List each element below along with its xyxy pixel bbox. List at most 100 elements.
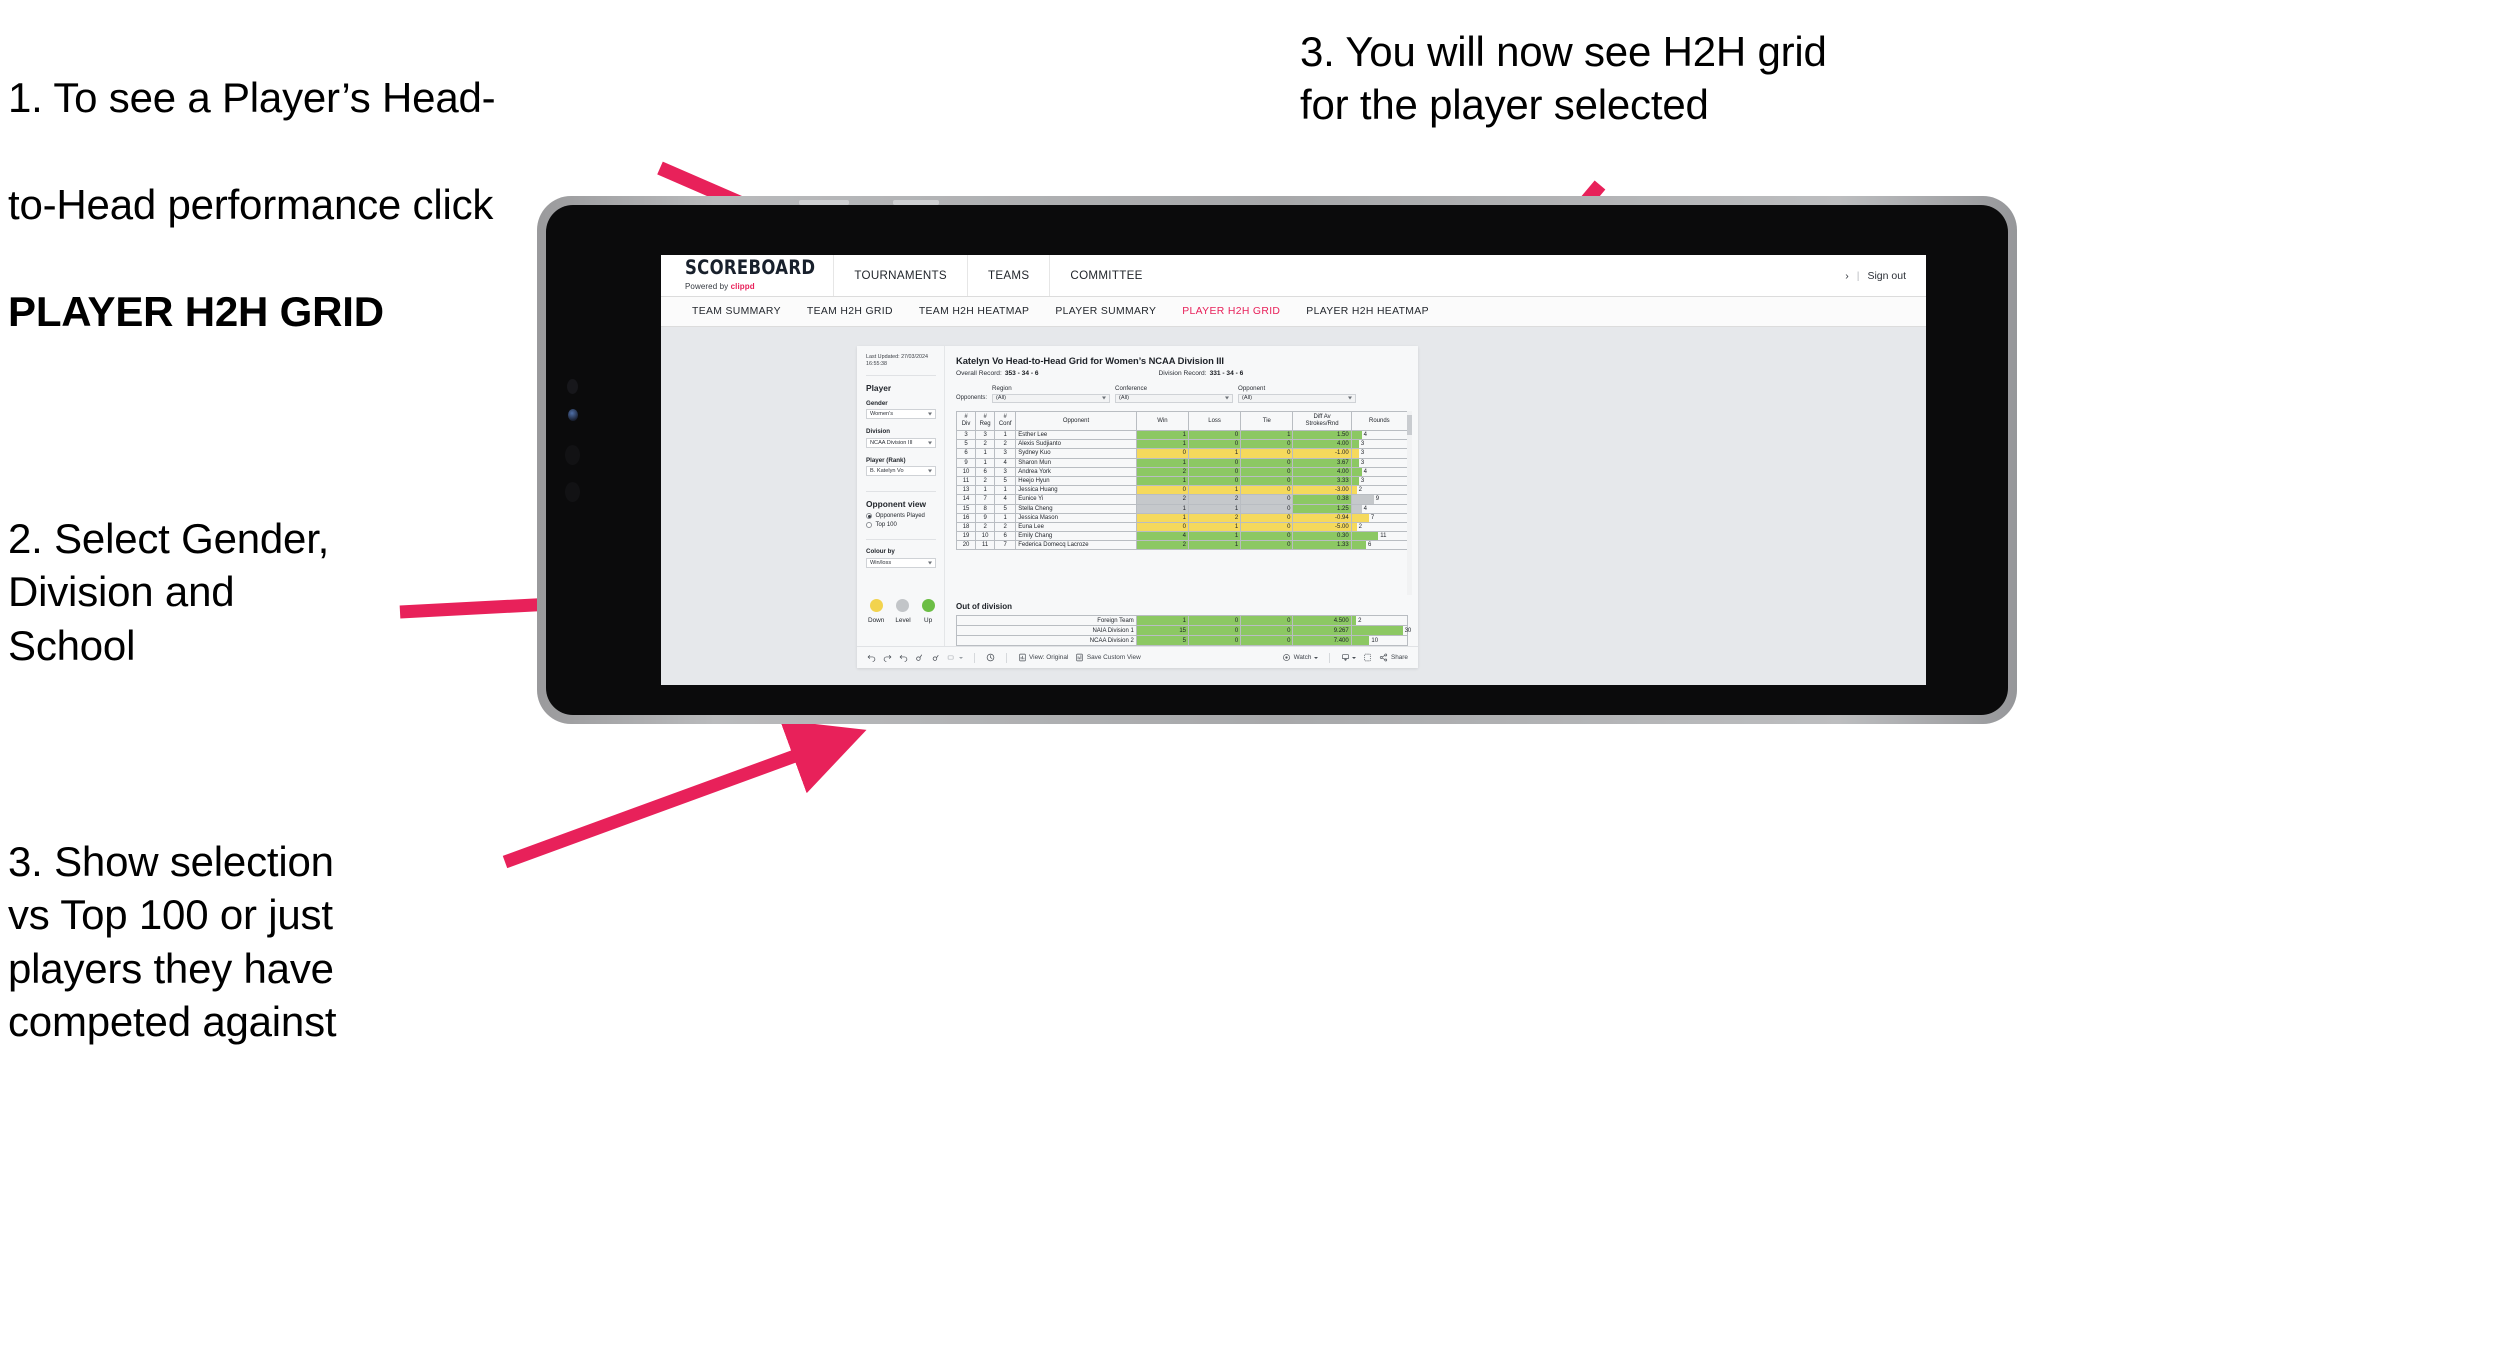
division-select[interactable]: NCAA Division III: [866, 437, 936, 448]
table-row[interactable]: 3 3 1 Esther Lee 1 0 1 1.50 4: [955, 429, 1409, 441]
grid-column-header-5[interactable]: Loss: [1187, 411, 1242, 431]
subnav-item-team-summary[interactable]: TEAM SUMMARY: [679, 306, 794, 317]
view-original-button[interactable]: View: Original: [1018, 653, 1068, 662]
redo-button[interactable]: [883, 653, 892, 662]
table-row[interactable]: 10 6 3 Andrea York 2 0 0 4.00 4: [955, 466, 1409, 477]
divider: [973, 652, 975, 663]
gender-field: Gender Women's: [866, 400, 936, 420]
grid-scrollbar-track[interactable]: [1407, 411, 1412, 595]
player-rank-select[interactable]: B. Katelyn Vo: [866, 466, 936, 477]
rounds-bar-cell: 3: [1350, 439, 1409, 450]
colour-by-select[interactable]: Win/loss: [866, 557, 936, 568]
region-filter: Region (All): [992, 385, 1111, 403]
brand-logo[interactable]: SCOREBOARD Powered by clippd: [661, 255, 833, 296]
opponent-value: (All): [1242, 395, 1252, 402]
radio-button-icon: [866, 513, 872, 520]
table-cell: -0.94: [1292, 512, 1352, 523]
grid-column-header-7[interactable]: Diff Av Strokes/Rnd: [1292, 411, 1352, 431]
radio-button-icon: [866, 521, 872, 528]
table-row[interactable]: 9 1 4 Sharon Mun 1 0 0 3.67 3: [955, 457, 1409, 468]
table-cell: 0.38: [1292, 494, 1352, 505]
table-row[interactable]: 16 9 1 Jessica Mason 1 2 0 -0.94 7: [955, 512, 1409, 523]
opponent-select[interactable]: (All): [1238, 393, 1357, 403]
download-button[interactable]: [1341, 653, 1357, 662]
grid-column-header-3[interactable]: Opponent: [1015, 411, 1137, 431]
table-cell: 13: [955, 485, 977, 496]
subnav-item-player-h2h-grid[interactable]: PLAYER H2H GRID: [1169, 306, 1293, 317]
table-row[interactable]: 6 1 3 Sydney Kuo 0 1 0 -1.00 3: [955, 448, 1409, 459]
opponent-filters: Opponents: Region (All) Conference (All)…: [956, 385, 1408, 403]
record-summary: Overall Record: 353 - 34 - 6 Division Re…: [956, 370, 1408, 377]
conference-select[interactable]: (All): [1115, 393, 1234, 403]
table-cell: 1: [1135, 475, 1189, 487]
fullscreen-button[interactable]: [1363, 653, 1372, 662]
table-row[interactable]: 18 2 2 Euna Lee 0 1 0 -5.00 2: [955, 521, 1409, 533]
table-row[interactable]: 5 2 2 Alexis Sudjianto 1 0 0 4.00 3: [955, 439, 1409, 450]
table-cell: Federica Domecq Lacroze: [1015, 540, 1137, 551]
table-row[interactable]: 15 8 5 Stella Cheng 1 1 0 1.25 4: [955, 503, 1409, 514]
watch-label: Watch: [1293, 654, 1312, 661]
grid-column-header-0[interactable]: # Div: [955, 411, 977, 431]
gender-select[interactable]: Women's: [866, 409, 936, 420]
table-cell: 2: [1135, 540, 1189, 551]
grid-column-header-2[interactable]: # Conf: [994, 411, 1017, 431]
grid-column-header-1[interactable]: # Reg: [975, 411, 996, 431]
share-button[interactable]: Share: [1379, 653, 1408, 662]
grid-scrollbar-thumb[interactable]: [1407, 415, 1412, 435]
out-of-division-row[interactable]: NAIA Division 1 15 0 0 9.267 30: [956, 625, 1411, 636]
subnav-item-player-h2h-heatmap[interactable]: PLAYER H2H HEATMAP: [1293, 306, 1442, 317]
topnav-item-committee[interactable]: COMMITTEE: [1049, 255, 1162, 296]
region-select[interactable]: (All): [992, 393, 1111, 403]
h2h-grid-wrapper: # Div # Reg # Conf Opponent Win Loss Tie Diff Av St…: [955, 411, 1412, 595]
table-cell: NCAA Division 2: [956, 635, 1137, 646]
reset-button[interactable]: [947, 653, 963, 662]
table-cell: 0: [1240, 494, 1294, 505]
save-custom-view-button[interactable]: Save Custom View: [1075, 653, 1141, 662]
table-cell: 2: [1187, 512, 1242, 523]
table-cell: 0: [1187, 457, 1242, 468]
brand-subtitle: Powered by clippd: [685, 282, 815, 291]
divider: [1328, 652, 1330, 663]
chevron-down-icon: [1348, 396, 1353, 400]
table-cell: 0: [1240, 531, 1294, 542]
table-row[interactable]: 13 1 1 Jessica Huang 0 1 0 -3.00 2: [955, 485, 1409, 496]
table-row[interactable]: 20 11 7 Federica Domecq Lacroze 2 1 0 1.33 6: [955, 540, 1409, 551]
table-cell: 1: [1187, 448, 1242, 459]
topnav-item-teams[interactable]: TEAMS: [966, 255, 1049, 296]
table-cell: 5: [1135, 635, 1190, 646]
sign-out-link[interactable]: Sign out: [1867, 270, 1906, 282]
chevron-right-icon[interactable]: ›: [1845, 270, 1849, 282]
radio-top-100[interactable]: Top 100: [866, 521, 936, 528]
out-of-division-body: Foreign Team 1 0 0 4.500 2 NAIA Division 1 15 0 0…: [956, 615, 1411, 646]
table-cell: 4: [994, 457, 1017, 468]
table-cell: 0: [1187, 429, 1242, 441]
subnav-item-team-h2h-heatmap[interactable]: TEAM H2H HEATMAP: [906, 306, 1042, 317]
out-of-division-row[interactable]: Foreign Team 1 0 0 4.500 2: [956, 615, 1409, 626]
table-cell: 5: [994, 503, 1017, 514]
subnav-item-team-h2h-grid[interactable]: TEAM H2H GRID: [794, 306, 906, 317]
revert-button[interactable]: [899, 653, 908, 662]
chevron-down-icon: [928, 469, 932, 473]
table-cell: 4: [1135, 531, 1189, 542]
radio-opponents-played[interactable]: Opponents Played: [866, 513, 936, 520]
table-row[interactable]: 19 10 6 Emily Chang 4 1 0 0.30 11: [955, 531, 1409, 542]
annotation-step-3: 3. Show selection vs Top 100 or just pla…: [8, 838, 337, 1045]
subnav-item-player-summary[interactable]: PLAYER SUMMARY: [1042, 306, 1169, 317]
rounds-bar-cell: 30: [1350, 625, 1411, 636]
pause-button[interactable]: [931, 653, 940, 662]
rounds-bar-cell: 3: [1350, 475, 1409, 487]
grid-column-header-6[interactable]: Tie: [1240, 411, 1294, 431]
watch-button[interactable]: Watch: [1282, 653, 1318, 662]
grid-column-header-4[interactable]: Win: [1135, 411, 1189, 431]
undo-button[interactable]: [867, 653, 876, 662]
refresh-button[interactable]: [915, 653, 924, 662]
out-of-division-row[interactable]: NCAA Division 2 5 0 0 7.400 10: [956, 635, 1409, 646]
grid-column-header-8[interactable]: Rounds: [1350, 411, 1409, 431]
table-cell: 0: [1240, 503, 1294, 514]
table-row[interactable]: 14 7 4 Eunice Yi 2 2 0 0.38 9: [955, 494, 1409, 505]
table-cell: 2: [975, 439, 996, 450]
table-row[interactable]: 11 2 5 Heejo Hyun 1 0 0 3.33 3: [955, 475, 1409, 487]
chevron-down-icon: [1352, 656, 1357, 659]
topnav-item-tournaments[interactable]: TOURNAMENTS: [833, 255, 967, 296]
pause-auto-updates-button[interactable]: [986, 653, 995, 662]
